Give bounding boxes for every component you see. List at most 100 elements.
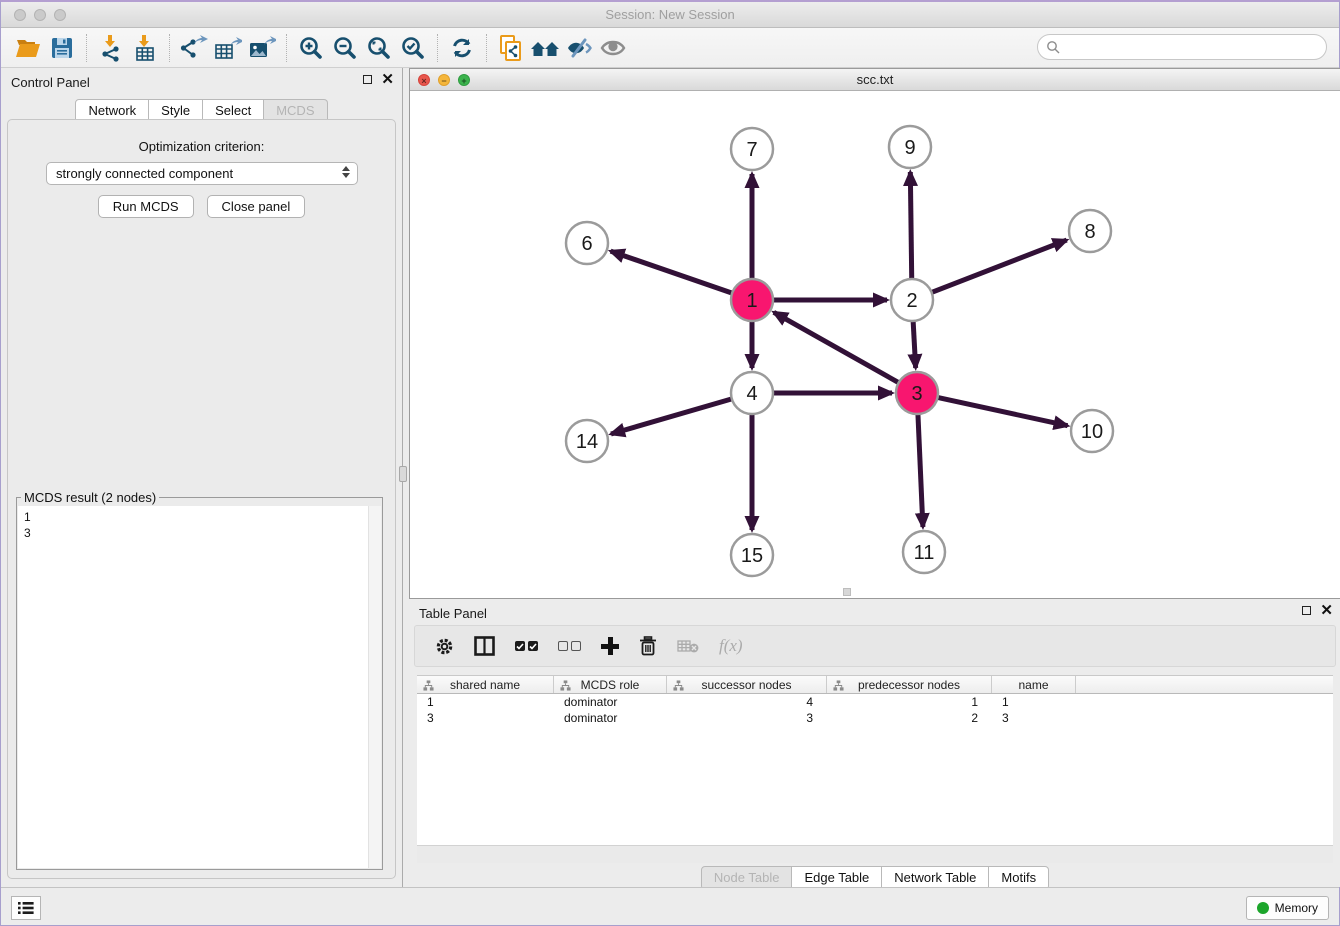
- node-4[interactable]: 4: [731, 372, 773, 414]
- edge-3-11[interactable]: [918, 414, 923, 527]
- zoom-selected-icon[interactable]: [396, 33, 430, 63]
- cell-shared-name[interactable]: 3: [417, 710, 554, 726]
- memory-label: Memory: [1275, 901, 1318, 915]
- hide-selected-icon[interactable]: [562, 33, 596, 63]
- splitter-grip-icon[interactable]: [399, 466, 407, 482]
- create-column-icon[interactable]: [601, 637, 619, 655]
- cell-name[interactable]: 3: [992, 710, 1076, 726]
- zoom-in-icon[interactable]: [294, 33, 328, 63]
- table-row[interactable]: 1dominator411: [417, 694, 1333, 710]
- edge-3-10[interactable]: [938, 397, 1068, 425]
- optimization-criterion-label: Optimization criterion:: [8, 139, 395, 154]
- edge-2-8[interactable]: [932, 240, 1067, 292]
- node-1[interactable]: 1: [731, 279, 773, 321]
- network-canvas[interactable]: 7 9 6 8 1 2 4 3 14 10 15 11: [410, 91, 1340, 598]
- node-label: 10: [1081, 421, 1103, 443]
- table-header-row: shared nameMCDS rolesuccessor nodes prede…: [417, 675, 1333, 694]
- column-label: predecessor nodes: [858, 678, 960, 692]
- mcds-panel: Optimization criterion: strongly connect…: [7, 119, 396, 879]
- table-rows: 1dominator4113dominator323: [417, 694, 1333, 726]
- export-network-icon[interactable]: [177, 33, 211, 63]
- column-header-predecessor-nodes[interactable]: predecessor nodes: [827, 676, 992, 693]
- task-history-button[interactable]: [11, 896, 41, 920]
- tree-icon: [423, 680, 434, 691]
- close-panel-button[interactable]: Close panel: [207, 195, 306, 218]
- network-view-window: × − + scc.txt 7 9 6 8 1 2 4 3 14 10 15 11: [409, 68, 1340, 599]
- first-neighbors-icon[interactable]: [528, 33, 562, 63]
- node-3[interactable]: 3: [896, 372, 938, 414]
- cell-mcds-role[interactable]: dominator: [554, 710, 667, 726]
- function-builder-icon[interactable]: f(x): [719, 636, 743, 656]
- tree-icon: [833, 680, 844, 691]
- network-canvas-svg: 7 9 6 8 1 2 4 3 14 10 15 11: [410, 91, 1340, 598]
- duplicate-network-icon[interactable]: [494, 33, 528, 63]
- export-image-icon[interactable]: [245, 33, 279, 63]
- open-file-icon[interactable]: [11, 33, 45, 63]
- delete-columns-icon[interactable]: [639, 636, 657, 656]
- edge-2-3[interactable]: [913, 321, 916, 368]
- split-panel-icon[interactable]: [474, 636, 495, 656]
- column-header-filler: [1076, 676, 1333, 693]
- control-panel-float-icon[interactable]: [363, 75, 372, 84]
- node-label: 14: [576, 431, 598, 453]
- mcds-result-text[interactable]: 1 3: [18, 506, 381, 868]
- import-table-icon[interactable]: [128, 33, 162, 63]
- cell-name[interactable]: 1: [992, 694, 1076, 710]
- edge-3-1[interactable]: [774, 312, 899, 382]
- column-header-successor-nodes[interactable]: successor nodes: [667, 676, 827, 693]
- node-8[interactable]: 8: [1069, 210, 1111, 252]
- cell-predecessor-nodes[interactable]: 1: [827, 694, 992, 710]
- panel-splitter[interactable]: [402, 68, 408, 887]
- control-panel-close-icon[interactable]: ✕: [381, 74, 394, 85]
- search-input[interactable]: [1060, 40, 1310, 55]
- canvas-scrollbar-thumb[interactable]: [843, 588, 851, 596]
- column-header-name[interactable]: name: [992, 676, 1076, 693]
- tree-icon: [560, 680, 571, 691]
- edge-2-9[interactable]: [910, 172, 911, 279]
- refresh-icon[interactable]: [445, 33, 479, 63]
- table-row[interactable]: 3dominator323: [417, 710, 1333, 726]
- network-window-title: scc.txt: [410, 72, 1340, 87]
- column-header-mcds-role[interactable]: MCDS role: [554, 676, 667, 693]
- zoom-fit-icon[interactable]: [362, 33, 396, 63]
- memory-button[interactable]: Memory: [1246, 896, 1329, 920]
- table-panel-float-icon[interactable]: [1302, 606, 1311, 615]
- table-panel-close-icon[interactable]: ✕: [1320, 605, 1333, 616]
- node-table: shared nameMCDS rolesuccessor nodes prede…: [417, 675, 1333, 860]
- node-9[interactable]: 9: [889, 126, 931, 168]
- column-header-shared-name[interactable]: shared name: [417, 676, 554, 693]
- search-field[interactable]: [1037, 34, 1327, 60]
- node-label: 3: [911, 383, 922, 405]
- search-icon: [1046, 40, 1060, 54]
- mcds-result-scrollbar[interactable]: [368, 506, 381, 868]
- node-6[interactable]: 6: [566, 222, 608, 264]
- select-all-columns-icon[interactable]: [515, 641, 538, 651]
- cell-mcds-role[interactable]: dominator: [554, 694, 667, 710]
- save-session-icon[interactable]: [45, 33, 79, 63]
- table-toolbar: f(x): [414, 625, 1336, 667]
- node-label: 8: [1084, 221, 1095, 243]
- table-settings-icon[interactable]: [435, 637, 454, 656]
- node-10[interactable]: 10: [1071, 410, 1113, 452]
- optimization-criterion-select[interactable]: strongly connected component: [46, 162, 358, 185]
- cell-shared-name[interactable]: 1: [417, 694, 554, 710]
- edge-1-6[interactable]: [611, 251, 733, 293]
- node-7[interactable]: 7: [731, 128, 773, 170]
- cell-predecessor-nodes[interactable]: 2: [827, 710, 992, 726]
- node-11[interactable]: 11: [903, 531, 945, 573]
- cell-successor-nodes[interactable]: 4: [667, 694, 827, 710]
- unselect-all-columns-icon[interactable]: [558, 641, 581, 651]
- node-label: 1: [746, 290, 757, 312]
- zoom-out-icon[interactable]: [328, 33, 362, 63]
- edge-4-14[interactable]: [611, 399, 732, 434]
- network-window-titlebar[interactable]: × − + scc.txt: [410, 69, 1340, 91]
- cell-successor-nodes[interactable]: 3: [667, 710, 827, 726]
- show-all-icon[interactable]: [596, 33, 630, 63]
- import-network-icon[interactable]: [94, 33, 128, 63]
- node-14[interactable]: 14: [566, 420, 608, 462]
- export-table-icon[interactable]: [211, 33, 245, 63]
- run-mcds-button[interactable]: Run MCDS: [98, 195, 194, 218]
- node-15[interactable]: 15: [731, 534, 773, 576]
- delete-table-icon[interactable]: [677, 639, 699, 653]
- node-2[interactable]: 2: [891, 279, 933, 321]
